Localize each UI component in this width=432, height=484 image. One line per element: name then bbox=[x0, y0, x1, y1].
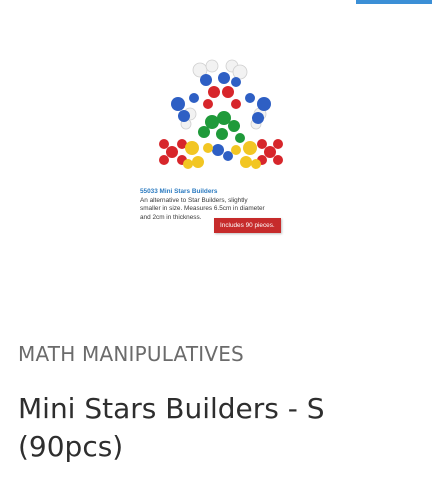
image-caption-title: 55033 Mini Stars Builders bbox=[140, 188, 218, 195]
top-accent-bar bbox=[356, 0, 432, 4]
star-builders-illustration bbox=[159, 59, 283, 169]
product-title: Mini Stars Builders - S (90pcs) bbox=[18, 392, 325, 463]
product-image[interactable]: 55033 Mini Stars Builders An alternative… bbox=[128, 52, 298, 250]
image-pieces-badge: Includes 90 pieces. bbox=[214, 218, 281, 233]
product-category-link[interactable]: MATH MANIPULATIVES bbox=[18, 342, 244, 366]
image-caption-line: smaller in size. Measures 6.5cm in diame… bbox=[140, 205, 265, 213]
image-caption-line: and 2cm in thickness. bbox=[140, 213, 202, 221]
image-caption-line: An alternative to Star Builders, slightl… bbox=[140, 196, 248, 204]
